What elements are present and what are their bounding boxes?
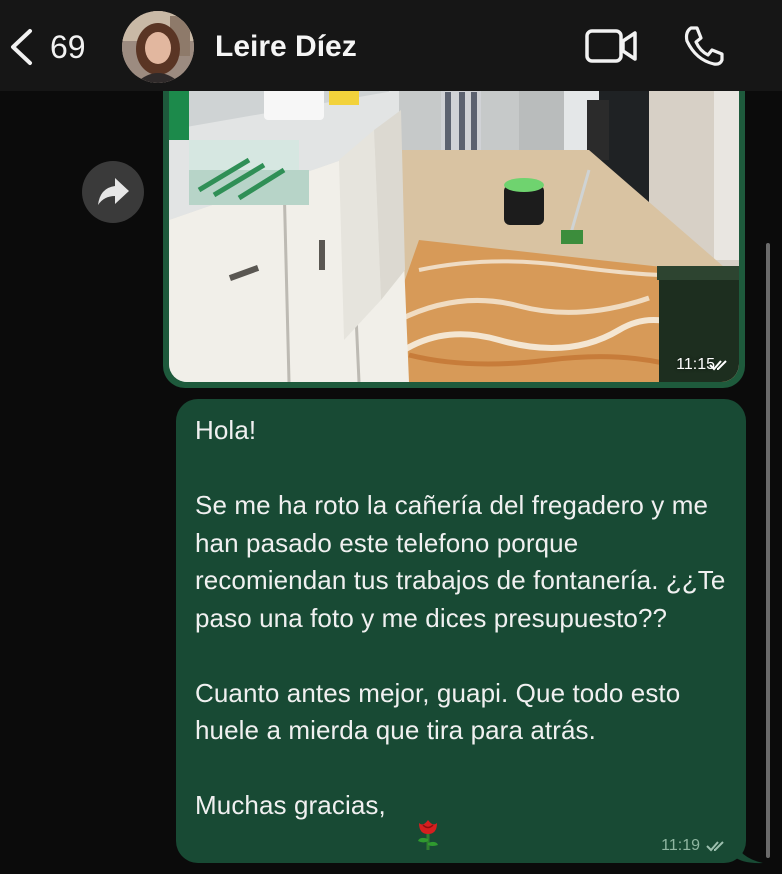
chat-header: 69 Leire Díez [0,0,782,91]
rose-emoji [418,820,438,850]
double-check-icon [709,360,727,371]
forward-arrow-icon [98,178,129,205]
flooded-lab-photo[interactable] [169,70,739,382]
forward-button[interactable] [82,161,144,223]
video-camera-icon[interactable] [584,28,638,64]
double-check-icon [706,841,724,852]
back-unread-count[interactable]: 69 [50,28,86,66]
message-body: Hola! Se me ha roto la cañería del frega… [195,415,726,820]
contact-name[interactable]: Leire Díez [215,27,357,67]
message-timestamp: 11:19 [661,837,700,854]
phone-icon[interactable] [682,24,726,68]
avatar[interactable] [122,11,194,83]
chevron-left-icon[interactable] [6,28,36,66]
scrollbar[interactable] [766,243,770,858]
bubble-tail [733,838,763,864]
image-message[interactable]: 11:15 [163,70,745,388]
text-message[interactable]: Hola! Se me ha roto la cañería del frega… [176,399,746,863]
